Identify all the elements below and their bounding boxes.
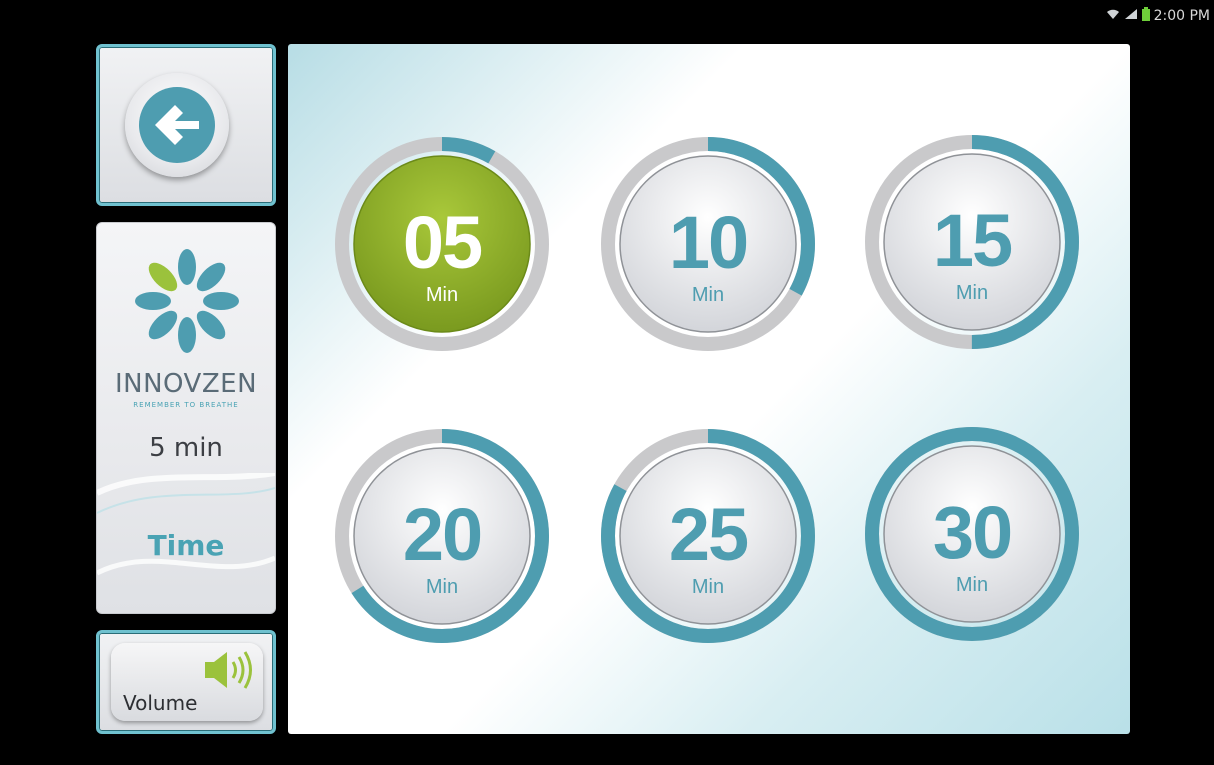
brand-tagline: REMEMBER TO BREATHE	[133, 401, 239, 409]
timer-unit: Min	[425, 284, 459, 306]
volume-label: Volume	[123, 691, 198, 715]
back-button[interactable]	[125, 73, 229, 177]
timer-value: 20	[402, 493, 483, 576]
timer-button-05[interactable]: 05 Min	[330, 132, 554, 356]
timer-grid: 05 Min 10 Min 15 Min 20 Min 25 Min 30 Min	[288, 44, 1130, 734]
timer-value: 25	[668, 493, 749, 576]
selected-time: 5 min	[149, 433, 223, 463]
timer-unit: Min	[691, 284, 725, 306]
timer-value: 10	[668, 201, 749, 284]
volume-panel: Volume	[96, 630, 276, 734]
status-bar: 2:00 PM	[1106, 0, 1214, 32]
wifi-icon	[1106, 7, 1120, 25]
volume-button[interactable]: Volume	[111, 643, 263, 721]
status-time: 2:00 PM	[1153, 8, 1210, 24]
info-panel: INNOVZEN REMEMBER TO BREATHE 5 min Time	[96, 222, 276, 614]
timer-unit: Min	[691, 576, 725, 598]
timer-button-20[interactable]: 20 Min	[330, 424, 554, 648]
timer-value: 30	[932, 491, 1013, 574]
back-panel	[96, 44, 276, 206]
innovzen-logo-icon	[125, 241, 249, 366]
timer-button-25[interactable]: 25 Min	[596, 424, 820, 648]
time-section-label: Time	[147, 529, 225, 562]
timer-button-15[interactable]: 15 Min	[860, 130, 1084, 354]
timer-button-30[interactable]: 30 Min	[860, 422, 1084, 646]
signal-icon	[1124, 7, 1138, 25]
timer-value: 05	[402, 201, 483, 284]
timer-unit: Min	[425, 576, 459, 598]
timer-unit: Min	[955, 282, 989, 304]
timer-unit: Min	[955, 574, 989, 596]
speaker-icon	[203, 649, 257, 696]
brand-name: INNOVZEN	[114, 369, 258, 399]
timer-button-10[interactable]: 10 Min	[596, 132, 820, 356]
timer-value: 15	[932, 199, 1013, 282]
battery-icon	[1141, 6, 1150, 26]
